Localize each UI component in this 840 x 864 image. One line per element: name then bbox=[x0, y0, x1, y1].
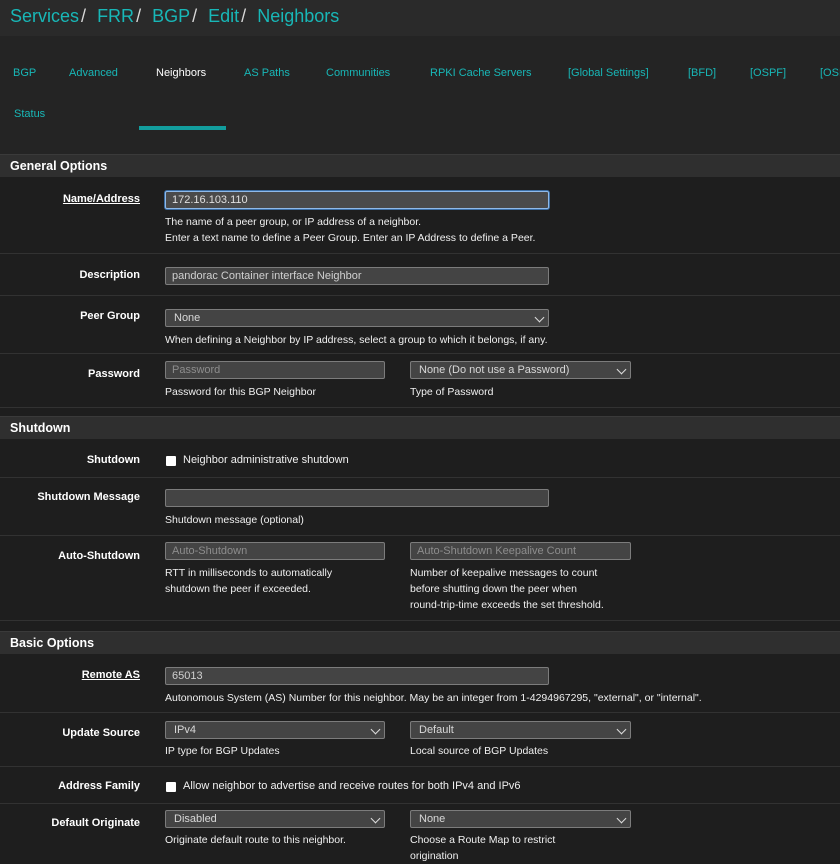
chevron-down-icon bbox=[616, 813, 627, 824]
update-source-label: Update Source bbox=[62, 727, 140, 739]
tab-communities[interactable]: Communities bbox=[326, 67, 390, 79]
section-general-options: General Options bbox=[0, 154, 840, 178]
row-update-source: Update Source IPv4 IP type for BGP Updat… bbox=[0, 713, 840, 767]
row-description: Description pandorac Container interface… bbox=[0, 254, 840, 296]
address-family-label: Address Family bbox=[58, 780, 140, 792]
title-bar: Services / FRR / BGP / Edit / Neighbors bbox=[0, 0, 840, 36]
route-map-select[interactable]: None bbox=[410, 810, 631, 828]
local-source-select[interactable]: Default bbox=[410, 721, 631, 739]
breadcrumb-edit[interactable]: Edit bbox=[208, 6, 239, 26]
password-label: Password bbox=[88, 368, 140, 380]
tab-bgp[interactable]: BGP bbox=[13, 67, 36, 79]
breadcrumb: Services / FRR / BGP / Edit / Neighbors bbox=[10, 6, 340, 26]
keepalive-help-3: round-trip-time exceeds the set threshol… bbox=[410, 599, 604, 611]
default-originate-select[interactable]: Disabled bbox=[165, 810, 385, 828]
tab-ospf6[interactable]: [OSP bbox=[820, 67, 840, 79]
password-type-select[interactable]: None (Do not use a Password) bbox=[410, 361, 631, 379]
row-peer-group: Peer Group None When defining a Neighbor… bbox=[0, 296, 840, 354]
auto-shutdown-help-2: shutdown the peer if exceeded. bbox=[165, 583, 311, 595]
peer-group-select[interactable]: None bbox=[165, 309, 549, 327]
password-input[interactable]: Password bbox=[165, 361, 385, 379]
row-password: Password Password Password for this BGP … bbox=[0, 354, 840, 408]
auto-shutdown-help-1: RTT in milliseconds to automatically bbox=[165, 567, 333, 579]
route-map-help-2: origination bbox=[410, 850, 459, 862]
shutdown-checkbox[interactable] bbox=[166, 456, 176, 466]
shutdown-message-label: Shutdown Message bbox=[37, 491, 140, 503]
remote-as-label: Remote AS bbox=[81, 669, 140, 681]
shutdown-label: Shutdown bbox=[86, 454, 140, 466]
row-default-originate: Default Originate Disabled Originate def… bbox=[0, 804, 840, 862]
description-input[interactable]: pandorac Container interface Neighbor bbox=[165, 267, 549, 285]
local-source-help: Local source of BGP Updates bbox=[410, 745, 549, 757]
name-address-label: Name/Address bbox=[62, 193, 140, 205]
name-address-help-2: Enter a text name to define a Peer Group… bbox=[165, 232, 536, 244]
name-address-input[interactable]: 172.16.103.110 bbox=[165, 191, 549, 209]
shutdown-checkbox-label: Neighbor administrative shutdown bbox=[183, 454, 349, 466]
chevron-down-icon bbox=[534, 312, 545, 323]
address-family-checkbox[interactable] bbox=[166, 782, 176, 792]
auto-shutdown-keepalive-input[interactable]: Auto-Shutdown Keepalive Count bbox=[410, 542, 631, 560]
tab-bar: BGP Advanced Neighbors AS Paths Communit… bbox=[0, 36, 840, 155]
row-shutdown-message: Shutdown Message Shutdown message (optio… bbox=[0, 478, 840, 536]
name-address-help-1: The name of a peer group, or IP address … bbox=[165, 216, 422, 228]
shutdown-message-input[interactable] bbox=[165, 489, 549, 507]
tab-global-settings[interactable]: [Global Settings] bbox=[568, 67, 649, 79]
tab-status[interactable]: Status bbox=[14, 108, 45, 120]
row-shutdown: Shutdown Neighbor administrative shutdow… bbox=[0, 439, 840, 478]
tab-as-paths[interactable]: AS Paths bbox=[244, 67, 290, 79]
peer-group-label: Peer Group bbox=[80, 310, 140, 322]
row-name-address: Name/Address 172.16.103.110 The name of … bbox=[0, 177, 840, 254]
remote-as-help: Autonomous System (AS) Number for this n… bbox=[165, 692, 702, 704]
tab-neighbors[interactable]: Neighbors bbox=[156, 67, 206, 79]
address-family-checkbox-label: Allow neighbor to advertise and receive … bbox=[183, 780, 521, 792]
remote-as-input[interactable]: 65013 bbox=[165, 667, 549, 685]
password-help: Password for this BGP Neighbor bbox=[165, 386, 316, 398]
breadcrumb-frr[interactable]: FRR bbox=[97, 6, 134, 26]
tab-advanced[interactable]: Advanced bbox=[69, 67, 118, 79]
section-shutdown: Shutdown bbox=[0, 416, 840, 440]
default-originate-label: Default Originate bbox=[51, 817, 140, 829]
tab-rpki-cache-servers[interactable]: RPKI Cache Servers bbox=[430, 67, 531, 79]
row-auto-shutdown: Auto-Shutdown Auto-Shutdown RTT in milli… bbox=[0, 536, 840, 621]
tab-bfd[interactable]: [BFD] bbox=[688, 67, 716, 79]
default-originate-help: Originate default route to this neighbor… bbox=[165, 834, 346, 846]
chevron-down-icon bbox=[370, 813, 381, 824]
section-basic-options: Basic Options bbox=[0, 631, 840, 655]
tab-ospf[interactable]: [OSPF] bbox=[750, 67, 786, 79]
breadcrumb-neighbors: Neighbors bbox=[257, 6, 340, 26]
chevron-down-icon bbox=[616, 364, 627, 375]
password-type-help: Type of Password bbox=[410, 386, 494, 398]
description-label: Description bbox=[79, 269, 140, 281]
route-map-help-1: Choose a Route Map to restrict bbox=[410, 834, 556, 846]
peer-group-help: When defining a Neighbor by IP address, … bbox=[165, 334, 548, 346]
row-remote-as: Remote AS 65013 Autonomous System (AS) N… bbox=[0, 654, 840, 713]
auto-shutdown-label: Auto-Shutdown bbox=[58, 550, 140, 562]
active-tab-indicator bbox=[139, 126, 226, 130]
keepalive-help-1: Number of keepalive messages to count bbox=[410, 567, 598, 579]
update-source-help: IP type for BGP Updates bbox=[165, 745, 280, 757]
auto-shutdown-input[interactable]: Auto-Shutdown bbox=[165, 542, 385, 560]
keepalive-help-2: before shutting down the peer when bbox=[410, 583, 577, 595]
shutdown-message-help: Shutdown message (optional) bbox=[165, 514, 304, 526]
chevron-down-icon bbox=[616, 724, 627, 735]
breadcrumb-services[interactable]: Services bbox=[10, 6, 79, 26]
update-source-select[interactable]: IPv4 bbox=[165, 721, 385, 739]
breadcrumb-bgp[interactable]: BGP bbox=[152, 6, 190, 26]
chevron-down-icon bbox=[370, 724, 381, 735]
row-address-family: Address Family Allow neighbor to adverti… bbox=[0, 767, 840, 804]
